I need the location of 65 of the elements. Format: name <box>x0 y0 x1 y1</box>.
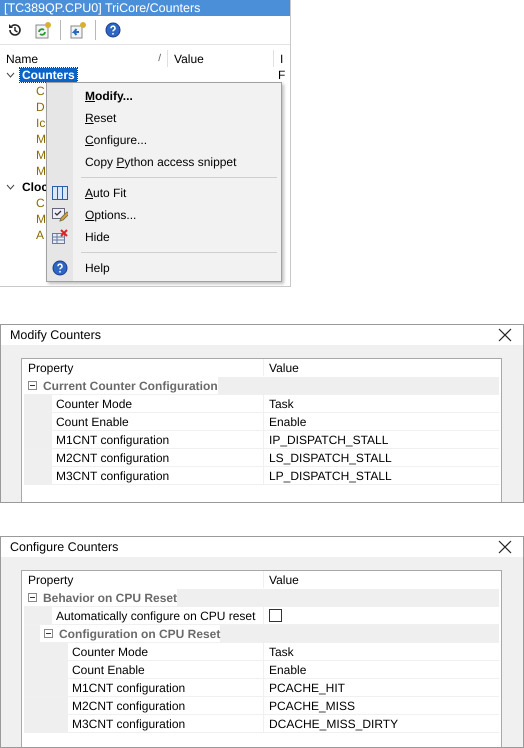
property-name: Counter Mode <box>72 644 148 659</box>
tree-node[interactable]: A <box>36 228 44 242</box>
property-name: Automatically configure on CPU reset <box>56 608 256 623</box>
tree-node[interactable]: M <box>36 132 46 146</box>
menu-item[interactable]: Configure... <box>47 129 281 151</box>
property-value[interactable]: LS_DISPATCH_STALL <box>269 450 392 465</box>
checkbox[interactable] <box>269 609 282 622</box>
property-value[interactable]: Enable <box>269 662 306 677</box>
property-value[interactable]: Task <box>269 396 294 411</box>
history-icon <box>7 22 23 38</box>
refresh-page-icon <box>34 21 52 39</box>
collapse-icon[interactable] <box>44 629 53 638</box>
checklist-pencil-icon <box>52 207 68 223</box>
tree-cell: F <box>278 68 286 82</box>
column-header: Value <box>269 360 299 375</box>
property-name: M2CNT configuration <box>56 450 170 465</box>
property-name: Counter Mode <box>56 396 132 411</box>
group-heading: Current Counter Configuration <box>43 378 218 393</box>
property-name: M1CNT configuration <box>72 680 186 695</box>
collapse-icon[interactable] <box>28 593 37 602</box>
column-header: Value <box>269 572 299 587</box>
table-delete-icon <box>52 229 68 245</box>
property-name: M2CNT configuration <box>72 698 186 713</box>
collapse-icon[interactable] <box>28 381 37 390</box>
chevron-icon[interactable] <box>6 184 15 190</box>
chevron-icon[interactable] <box>6 72 15 78</box>
property-value[interactable]: Enable <box>269 414 306 429</box>
menu-item[interactable]: Modify... <box>47 85 281 107</box>
column-header: Property <box>28 572 74 587</box>
tree-node[interactable]: C <box>36 84 45 98</box>
property-name: Count Enable <box>56 414 129 429</box>
tree-node[interactable]: Counters <box>20 68 77 82</box>
tree-node[interactable]: Ic <box>36 116 46 130</box>
group-heading: Behavior on CPU Reset <box>43 590 178 605</box>
property-value[interactable]: Task <box>269 644 294 659</box>
page-arrow-icon <box>69 21 87 39</box>
menu-item[interactable]: Auto Fit <box>47 182 281 204</box>
menu-item[interactable]: Reset <box>47 107 281 129</box>
tree-node[interactable]: D <box>36 100 45 114</box>
menu-item[interactable]: Copy Python access snippet <box>47 151 281 173</box>
property-name: M1CNT configuration <box>56 432 170 447</box>
tree-node[interactable]: M <box>36 148 46 162</box>
columns-icon <box>52 186 68 200</box>
property-value[interactable]: IP_DISPATCH_STALL <box>269 432 388 447</box>
dialog-title: Configure Counters <box>10 540 118 554</box>
property-name: M3CNT configuration <box>72 716 186 731</box>
tree-node[interactable]: C <box>36 196 45 210</box>
help-icon <box>105 22 121 38</box>
menu-item[interactable]: Hide <box>47 226 281 248</box>
dialog-title: Modify Counters <box>10 328 102 342</box>
tree-node[interactable]: M <box>36 164 46 178</box>
property-value[interactable]: PCACHE_MISS <box>269 698 356 713</box>
property-value[interactable]: DCACHE_MISS_DIRTY <box>269 716 398 731</box>
property-value[interactable]: LP_DISPATCH_STALL <box>269 468 392 483</box>
tree-node[interactable]: M <box>36 212 46 226</box>
menu-item[interactable]: Options... <box>47 204 281 226</box>
group-heading: Configuration on CPU Reset <box>59 626 220 641</box>
sort-indicator: / <box>158 53 161 64</box>
property-name: Count Enable <box>72 662 145 677</box>
window-title: [TC389QP.CPU0] TriCore/Counters <box>0 0 290 16</box>
column-header: Property <box>28 360 74 375</box>
help-icon <box>52 260 68 276</box>
property-value[interactable]: PCACHE_HIT <box>269 680 346 695</box>
property-name: M3CNT configuration <box>56 468 170 483</box>
menu-item[interactable]: Help <box>47 257 281 279</box>
